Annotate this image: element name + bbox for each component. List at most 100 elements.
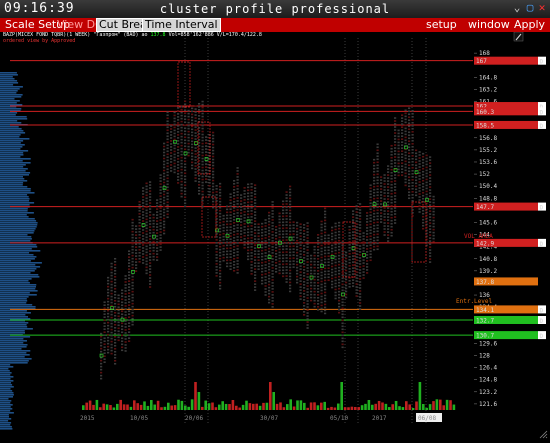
cluster-cell	[390, 153, 393, 156]
cluster-cell	[425, 193, 428, 196]
cluster-cell	[299, 265, 302, 267]
cluster-cell	[233, 209, 236, 212]
cluster-cell	[124, 308, 127, 310]
cluster-cell	[331, 226, 334, 229]
cluster-cell	[394, 174, 397, 176]
cluster-cell	[219, 212, 222, 215]
cluster-cell	[131, 320, 134, 323]
menu-window[interactable]: window	[466, 18, 512, 32]
cluster-cell	[219, 209, 222, 212]
cluster-cell	[128, 277, 131, 279]
cluster-cell	[275, 258, 278, 261]
cluster-cell	[334, 231, 337, 234]
cluster-cell	[131, 263, 134, 266]
profile-bar	[0, 144, 25, 146]
cluster-cell	[415, 161, 418, 164]
cluster-cell	[198, 193, 201, 195]
cluster-cell	[254, 196, 257, 198]
cluster-cell	[187, 130, 190, 133]
cluster-cell	[236, 185, 239, 187]
profile-bar	[0, 348, 22, 350]
restore-icon[interactable]: ▢	[524, 2, 536, 14]
cluster-cell	[306, 222, 309, 224]
cluster-cell	[387, 210, 390, 212]
cluster-cell	[418, 187, 421, 189]
cluster-cell	[103, 337, 106, 340]
cluster-cell	[429, 243, 432, 245]
profile-bar	[0, 368, 9, 370]
cluster-cell	[173, 120, 176, 123]
cluster-cell	[352, 222, 355, 224]
cluster-cell	[257, 238, 260, 241]
cluster-cell	[408, 122, 411, 125]
cluster-cell	[313, 260, 316, 263]
cluster-cell	[306, 246, 309, 248]
menu-apply[interactable]: Apply	[512, 18, 547, 32]
cluster-cell	[278, 236, 281, 239]
cluster-cell	[226, 259, 229, 262]
cluster-cell	[198, 187, 201, 189]
cluster-cell	[418, 202, 421, 204]
pencil-icon[interactable]	[513, 32, 524, 42]
cluster-cell	[250, 222, 253, 224]
cluster-cell	[173, 168, 176, 171]
cluster-cell	[128, 325, 131, 327]
cluster-cell	[250, 249, 253, 251]
cluster-cell	[177, 173, 180, 175]
cluster-cell	[397, 138, 400, 141]
close-icon[interactable]: ✕	[536, 2, 548, 14]
cluster-cell	[163, 151, 166, 154]
cluster-cell	[208, 137, 211, 139]
cluster-cell	[359, 275, 362, 277]
cluster-cell	[404, 139, 407, 142]
cluster-cell	[149, 229, 152, 231]
price-chart[interactable]: 168164.8163.2161.6158.4156.8155.2153.615…	[0, 32, 550, 443]
cluster-cell	[296, 248, 299, 251]
resize-grip-icon[interactable]	[539, 430, 548, 439]
profile-bar	[0, 236, 32, 238]
cluster-cell	[331, 274, 334, 277]
cluster-cell	[303, 296, 306, 298]
cluster-cell	[404, 130, 407, 133]
cluster-cell	[292, 251, 295, 253]
cluster-cell	[107, 342, 110, 345]
profile-bar	[0, 262, 42, 264]
cluster-cell	[177, 128, 180, 130]
cluster-cell	[180, 114, 183, 117]
cluster-cell	[303, 263, 306, 265]
cluster-cell	[282, 203, 285, 206]
cluster-cell	[362, 259, 365, 261]
cluster-cell	[170, 161, 173, 163]
cluster-cell	[149, 235, 152, 237]
cluster-cell	[338, 263, 341, 266]
profile-bar	[0, 250, 41, 252]
cluster-cell	[320, 229, 323, 232]
cluster-cell	[201, 124, 204, 127]
cluster-cell	[219, 281, 222, 284]
cluster-cell	[233, 179, 236, 182]
cluster-cell	[212, 146, 215, 149]
profile-bar	[0, 150, 29, 152]
cluster-cell	[208, 170, 211, 172]
cluster-cell	[345, 290, 348, 293]
cluster-cell	[184, 130, 187, 133]
volume-bar	[214, 407, 218, 410]
menu-setup[interactable]: setup	[424, 18, 459, 32]
cluster-cell	[236, 209, 239, 211]
minimize-icon[interactable]: ⌄	[511, 2, 523, 14]
cluster-cell	[149, 280, 152, 282]
cluster-cell	[117, 324, 120, 327]
cluster-cell	[219, 215, 222, 218]
profile-bar	[0, 274, 39, 276]
cluster-cell	[320, 256, 323, 259]
cluster-cell	[366, 248, 369, 250]
cluster-cell	[243, 187, 246, 189]
menu-time-interval[interactable]: Time Interval	[142, 18, 221, 32]
cluster-cell	[271, 306, 274, 308]
profile-bar	[0, 394, 14, 396]
cluster-cell	[390, 189, 393, 192]
cluster-cell	[373, 182, 376, 185]
cluster-cell	[226, 256, 229, 259]
cluster-cell	[310, 296, 313, 299]
cluster-cell	[408, 107, 411, 110]
